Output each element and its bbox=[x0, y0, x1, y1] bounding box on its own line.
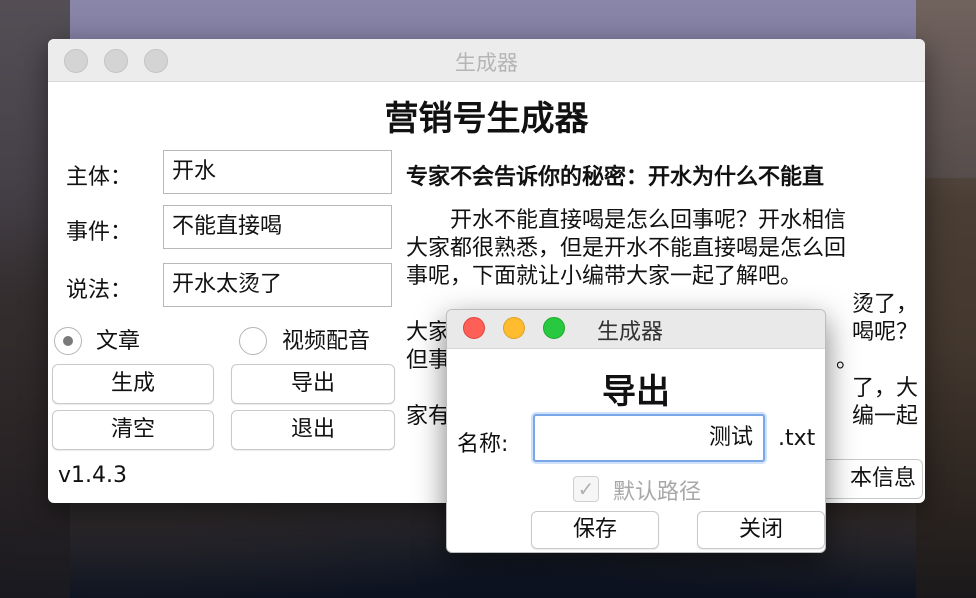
app-heading: 营销号生成器 bbox=[384, 99, 589, 139]
event-input[interactable]: 不能直接喝 bbox=[163, 205, 392, 249]
article-line: 开水不能直接喝是怎么回事呢？开水相信 bbox=[450, 208, 847, 233]
article-radio[interactable] bbox=[54, 327, 82, 355]
video-radio[interactable] bbox=[239, 327, 267, 355]
article-fragment: 喝呢？ bbox=[851, 320, 918, 345]
article-fragment: 大家 bbox=[406, 320, 451, 345]
desktop-rock-right bbox=[916, 0, 976, 598]
zoom-window-button[interactable] bbox=[543, 317, 565, 339]
default-path-checkbox[interactable]: ✓ bbox=[573, 476, 599, 502]
event-label: 事件： bbox=[66, 220, 133, 245]
filename-label: 名称: bbox=[457, 432, 509, 457]
clear-button[interactable]: 清空 bbox=[52, 410, 214, 450]
quit-button[interactable]: 退出 bbox=[231, 410, 395, 450]
statement-label: 说法： bbox=[66, 278, 133, 303]
version-label: v1.4.3 bbox=[58, 463, 127, 488]
main-window-title: 生成器 bbox=[455, 51, 518, 75]
file-extension-label: .txt bbox=[778, 426, 816, 451]
article-fragment: 家有 bbox=[406, 404, 451, 429]
subject-input[interactable]: 开水 bbox=[163, 150, 392, 194]
minimize-window-button[interactable] bbox=[503, 317, 525, 339]
close-button[interactable]: 关闭 bbox=[697, 511, 825, 549]
article-fragment: 但事 bbox=[406, 348, 451, 373]
article-fragment: 编一起 bbox=[851, 404, 918, 429]
article-fragment: 了，大 bbox=[851, 376, 918, 401]
article-title: 专家不会告诉你的秘密：开水为什么不能直 bbox=[406, 165, 825, 190]
filename-input[interactable]: 测试 bbox=[533, 414, 765, 462]
save-button[interactable]: 保存 bbox=[531, 511, 659, 549]
statement-input[interactable]: 开水太烫了 bbox=[163, 263, 392, 307]
article-fragment: 烫了， bbox=[851, 292, 918, 317]
info-button[interactable]: 本信息 bbox=[818, 459, 923, 499]
dialog-title: 生成器 bbox=[597, 320, 664, 345]
article-line: 大家都很熟悉，但是开水不能直接喝是怎么回 bbox=[406, 236, 847, 261]
article-line: 事呢，下面就让小编带大家一起了解吧。 bbox=[406, 264, 803, 289]
article-fragment: 。 bbox=[835, 348, 858, 373]
subject-label: 主体： bbox=[66, 165, 133, 190]
article-radio-label: 文章 bbox=[96, 329, 141, 354]
export-dialog: 生成器 导出 名称: 测试 .txt ✓ 默认路径 保存 关闭 bbox=[446, 309, 826, 553]
close-window-button[interactable] bbox=[463, 317, 485, 339]
export-button[interactable]: 导出 bbox=[231, 364, 395, 404]
main-titlebar: 生成器 bbox=[48, 39, 925, 82]
dialog-titlebar: 生成器 bbox=[447, 310, 825, 349]
video-radio-label: 视频配音 bbox=[282, 329, 371, 354]
generate-button[interactable]: 生成 bbox=[52, 364, 214, 404]
default-path-label: 默认路径 bbox=[613, 480, 702, 505]
dialog-heading: 导出 bbox=[602, 372, 670, 412]
